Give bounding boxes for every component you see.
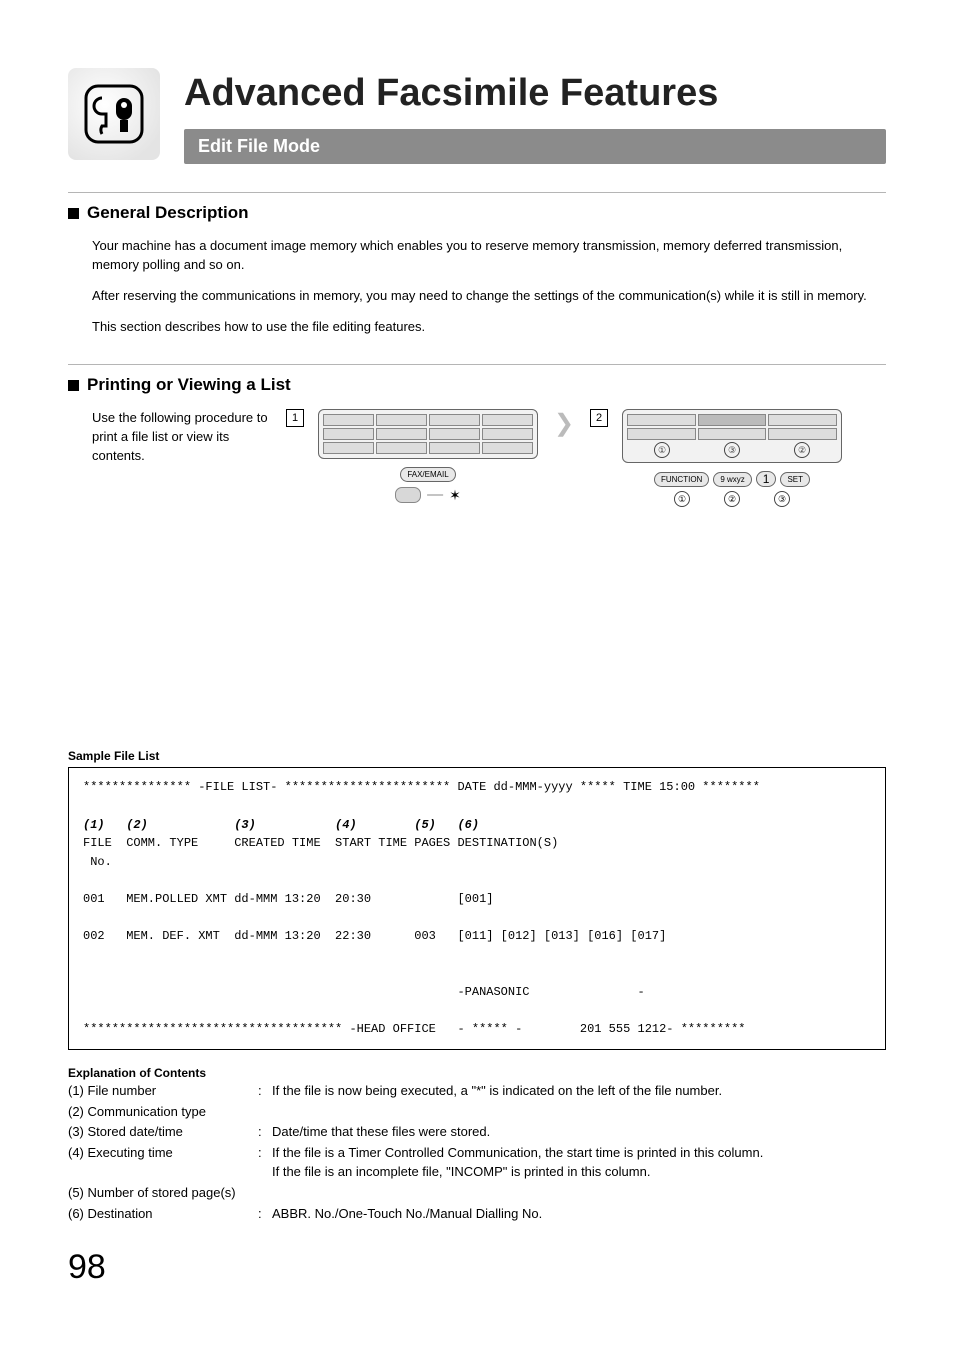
subheader-bar: Edit File Mode: [184, 129, 886, 164]
step-number-1: 1: [286, 409, 304, 427]
fax-email-tag: FAX/EMAIL: [400, 467, 455, 482]
explain-desc: Date/time that these files were stored.: [272, 1123, 886, 1142]
sample-line: *************** -FILE LIST- ************…: [83, 780, 760, 794]
procedure-text: Use the following procedure to print a f…: [92, 409, 272, 466]
section-printing-list: Printing or Viewing a List: [68, 364, 886, 395]
callout-3-icon: ③: [774, 491, 790, 507]
explain-desc: [272, 1103, 886, 1122]
explain-row: (4) Executing time : If the file is a Ti…: [68, 1144, 886, 1182]
explain-row: (3) Stored date/time : Date/time that th…: [68, 1123, 886, 1142]
fax-email-button-icon: [395, 487, 421, 503]
explain-label: (4) Executing time: [68, 1144, 258, 1182]
function-tag: FUNCTION: [654, 472, 709, 487]
section-title: General Description: [87, 203, 249, 223]
explain-desc: If the file is now being executed, a "*"…: [272, 1082, 886, 1101]
callout-2-icon: ②: [794, 442, 810, 458]
key-1-tag: 1: [756, 471, 777, 487]
set-tag: SET: [780, 472, 810, 487]
indicator-icon: ✶: [449, 487, 461, 504]
callout-1-icon: ①: [654, 442, 670, 458]
control-panel-diagram-2: ① ③ ② FUNCTION 9 wxyz 1 SET ① ② ③: [622, 409, 842, 507]
explain-desc: ABBR. No./One-Touch No./Manual Dialling …: [272, 1205, 886, 1224]
colon: :: [258, 1205, 272, 1224]
explain-row: (5) Number of stored page(s): [68, 1184, 886, 1203]
explain-label: (1) File number: [68, 1082, 258, 1101]
sample-row: 001 MEM.POLLED XMT dd-MMM 13:20 20:30 [0…: [83, 892, 493, 906]
link-line-icon: —: [427, 486, 443, 504]
step-number-2: 2: [590, 409, 608, 427]
bullet-square-icon: [68, 380, 79, 391]
colon: [258, 1103, 272, 1122]
key-9-tag: 9 wxyz: [713, 472, 751, 487]
sample-row: 002 MEM. DEF. XMT dd-MMM 13:20 22:30 003…: [83, 929, 666, 943]
explain-label: (3) Stored date/time: [68, 1123, 258, 1142]
arrow-right-icon: ❯: [552, 409, 576, 438]
colon: :: [258, 1144, 272, 1182]
callout-3-icon: ③: [724, 442, 740, 458]
bullet-square-icon: [68, 208, 79, 219]
explanation-heading: Explanation of Contents: [68, 1066, 886, 1080]
section-title: Printing or Viewing a List: [87, 375, 291, 395]
section-icon: [68, 68, 160, 160]
explain-label: (2) Communication type: [68, 1103, 258, 1122]
paragraph: Your machine has a document image memory…: [92, 237, 886, 275]
procedure-row: Use the following procedure to print a f…: [92, 409, 886, 507]
explain-label: (5) Number of stored page(s): [68, 1184, 258, 1203]
sample-file-list-heading: Sample File List: [68, 749, 886, 763]
sample-header-row: FILE COMM. TYPE CREATED TIME START TIME …: [83, 836, 558, 869]
explain-row: (1) File number : If the file is now bei…: [68, 1082, 886, 1101]
colon: :: [258, 1123, 272, 1142]
paragraph: After reserving the communications in me…: [92, 287, 886, 306]
colon: [258, 1184, 272, 1203]
sample-file-list-box: *************** -FILE LIST- ************…: [68, 767, 886, 1049]
explain-desc: If the file is a Timer Controlled Commun…: [272, 1144, 886, 1182]
explain-row: (6) Destination : ABBR. No./One-Touch No…: [68, 1205, 886, 1224]
sample-footer-row: ************************************ -HE…: [83, 1022, 746, 1036]
page-number: 98: [68, 1248, 886, 1287]
paragraph: This section describes how to use the fi…: [92, 318, 886, 337]
explain-desc: [272, 1184, 886, 1203]
chapter-title: Advanced Facsimile Features: [184, 72, 886, 115]
sample-row: -PANASONIC -: [83, 985, 645, 999]
sample-index-row: (1) (2) (3) (4) (5) (6): [83, 818, 479, 832]
page-header: Advanced Facsimile Features Edit File Mo…: [68, 68, 886, 164]
section-general-description: General Description: [68, 192, 886, 223]
explain-label: (6) Destination: [68, 1205, 258, 1224]
colon: :: [258, 1082, 272, 1101]
control-panel-diagram-1: FAX/EMAIL — ✶: [318, 409, 538, 504]
callout-1-icon: ①: [674, 491, 690, 507]
callout-2-icon: ②: [724, 491, 740, 507]
explain-row: (2) Communication type: [68, 1103, 886, 1122]
